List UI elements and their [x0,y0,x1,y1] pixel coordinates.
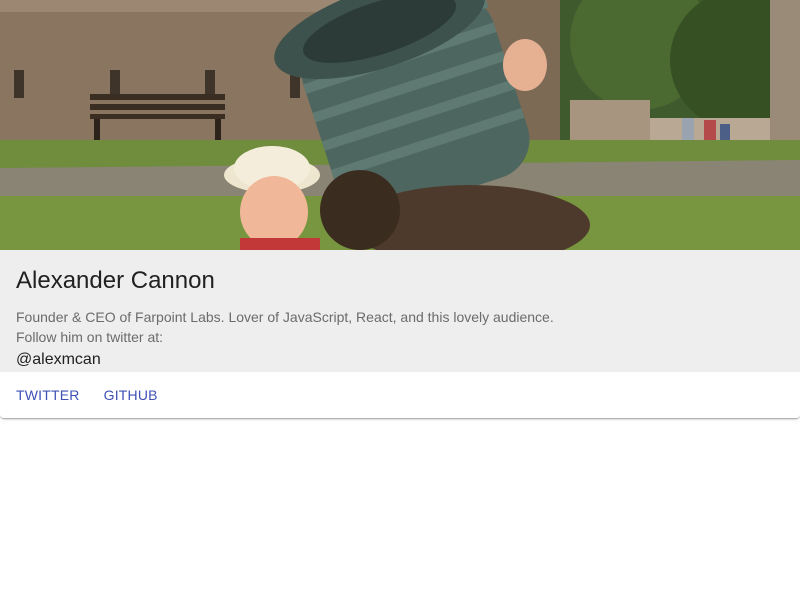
card-actions: TWITTER GITHUB [0,372,800,418]
bio-line-1: Founder & CEO of Farpoint Labs. Lover of… [16,309,554,325]
profile-card: Alexander Cannon Founder & CEO of Farpoi… [0,0,800,418]
profile-content: Alexander Cannon Founder & CEO of Farpoi… [0,250,800,372]
profile-name: Alexander Cannon [16,267,215,294]
github-button[interactable]: GITHUB [96,377,166,413]
cannon-photo-image [0,0,800,250]
twitter-button[interactable]: TWITTER [8,377,88,413]
profile-bio: Founder & CEO of Farpoint Labs. Lover of… [16,307,616,347]
twitter-handle: @alexmcan [16,351,101,368]
profile-photo [0,0,800,250]
bio-line-2: Follow him on twitter at: [16,329,164,345]
